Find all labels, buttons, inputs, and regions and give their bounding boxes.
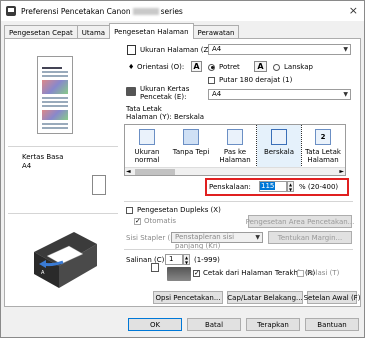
scaling-input[interactable]: 115 xyxy=(259,181,287,192)
borderless-icon xyxy=(183,129,199,145)
tab-quick-setup[interactable]: Pengesetan Cepat xyxy=(4,25,78,39)
close-icon[interactable]: × xyxy=(349,4,358,17)
duplex-label[interactable]: Pengesetan Dupleks (X) xyxy=(137,206,221,214)
print-preferences-window: Preferensi Pencetakan Canon series × Peng… xyxy=(0,0,365,338)
scaling-label: Penskalaan: xyxy=(209,183,251,191)
scroll-left-icon[interactable]: ◄ xyxy=(126,168,131,175)
layout-page-layout[interactable]: 2 Tata Letak Halaman xyxy=(301,125,345,167)
stapler-side-label: Sisi Stapler (I): xyxy=(126,234,178,242)
printer-paper-icon xyxy=(126,87,136,96)
paper-thumbnail xyxy=(92,175,106,195)
portrait-radio[interactable] xyxy=(208,63,215,71)
landscape-radio[interactable] xyxy=(273,63,280,71)
orientation-bullet: ♦ xyxy=(128,63,135,71)
fit-to-page-icon xyxy=(227,129,243,145)
specify-margin-button[interactable]: Tentukan Margin... xyxy=(268,231,352,244)
stamp-background-button[interactable]: Cap/Latar Belakang... xyxy=(227,291,303,304)
copies-range: (1-999) xyxy=(194,256,220,264)
reverse-order-checkbox[interactable] xyxy=(193,269,200,277)
printer-app-icon xyxy=(6,6,16,16)
tab-page-setup[interactable]: Pengesetan Halaman xyxy=(109,23,194,39)
layout-borderless[interactable]: Tanpa Tepi xyxy=(169,125,213,167)
page-preview xyxy=(37,56,73,134)
scaled-icon xyxy=(271,129,287,145)
print-options-button[interactable]: Opsi Pencetakan... xyxy=(153,291,223,304)
copies-icon xyxy=(151,263,159,272)
page-size-select[interactable]: A4 ▼ xyxy=(208,44,351,55)
defaults-button[interactable]: Setelan Awal (F) xyxy=(304,291,360,304)
copies-input[interactable]: 1 xyxy=(165,254,183,265)
rotate-label[interactable]: Putar 180 derajat (1) xyxy=(219,76,292,84)
title-bar: Preferensi Pencetakan Canon series × xyxy=(1,1,364,21)
stapler-side-select[interactable]: Penstapleran sisi panjang (Kri) ▼ xyxy=(171,232,263,250)
paper-type-label: Kertas Basa xyxy=(22,153,64,161)
layout-scrollbar[interactable]: ◄ ► xyxy=(125,167,345,175)
chevron-down-icon: ▼ xyxy=(255,234,260,241)
help-button[interactable]: Bantuan xyxy=(305,318,359,331)
portrait-icon: A xyxy=(191,61,202,72)
paper-type-info: Kertas Basa A4 xyxy=(22,153,63,171)
page-layout-icon: 2 xyxy=(315,129,331,145)
tab-maintenance[interactable]: Perawatan xyxy=(192,25,240,39)
chevron-down-icon: ▼ xyxy=(343,46,348,53)
printer-paper-label-1: Ukuran Kertas xyxy=(140,85,190,93)
redacted-model xyxy=(132,8,159,15)
duplex-checkbox[interactable] xyxy=(126,206,133,214)
copies-label: Salinan (C): xyxy=(126,256,167,264)
landscape-icon: A xyxy=(254,61,267,72)
page-size-icon xyxy=(127,45,136,55)
layout-label-1: Tata Letak xyxy=(126,105,162,113)
window-title: Preferensi Pencetakan Canon series xyxy=(21,6,183,16)
layout-normal-size[interactable]: Ukuran normal xyxy=(125,125,169,167)
orientation-label: Orientasi (O): xyxy=(137,63,185,71)
layout-label-2: Halaman (Y): xyxy=(126,113,172,121)
copies-spinner-arrows-icon[interactable]: ▲ ▼ xyxy=(183,254,190,265)
collate-checkbox[interactable] xyxy=(297,269,304,277)
landscape-label[interactable]: Lanskap xyxy=(284,63,313,71)
page-size-label: Ukuran Halaman (Z): xyxy=(140,46,214,54)
printer-paper-label-2: Pencetak (E): xyxy=(140,93,187,101)
portrait-label[interactable]: Potret xyxy=(219,63,240,71)
printer-paper-select[interactable]: A4 ▼ xyxy=(208,89,351,100)
scroll-right-icon[interactable]: ► xyxy=(339,168,344,175)
printer-illustration: A xyxy=(34,232,97,288)
cancel-button[interactable]: Batal xyxy=(187,318,241,331)
tab-main[interactable]: Utama xyxy=(76,25,111,39)
collate-label: Kolasi (T) xyxy=(307,269,340,277)
apply-button[interactable]: Terapkan xyxy=(246,318,300,331)
ok-button[interactable]: OK xyxy=(128,318,182,331)
layout-current-value: Berskala xyxy=(174,113,205,121)
auto-duplex-label: Otomatis xyxy=(144,217,176,225)
auto-duplex-checkbox[interactable] xyxy=(134,217,141,225)
layout-fit-to-page[interactable]: Pas ke Halaman xyxy=(213,125,257,167)
layout-list[interactable]: Ukuran normal Tanpa Tepi Pas ke Halaman B… xyxy=(124,124,346,176)
normal-size-icon xyxy=(139,129,155,145)
scroll-thumb[interactable] xyxy=(135,169,175,175)
rotate-checkbox[interactable] xyxy=(208,76,215,84)
scaling-range: % (20-400) xyxy=(299,183,339,191)
layout-scaled[interactable]: Berskala xyxy=(256,125,302,168)
tab-bar: Pengesetan Cepat Utama Pengesetan Halama… xyxy=(4,23,240,39)
print-area-setup-button[interactable]: Pengesetan Area Pencetakan... xyxy=(246,215,354,228)
svg-text:A: A xyxy=(41,270,45,276)
reverse-order-icon xyxy=(167,267,191,281)
chevron-down-icon: ▼ xyxy=(343,91,348,98)
scaling-spinner-arrows-icon[interactable]: ▲ ▼ xyxy=(287,181,294,192)
paper-size-label: A4 xyxy=(22,162,32,170)
